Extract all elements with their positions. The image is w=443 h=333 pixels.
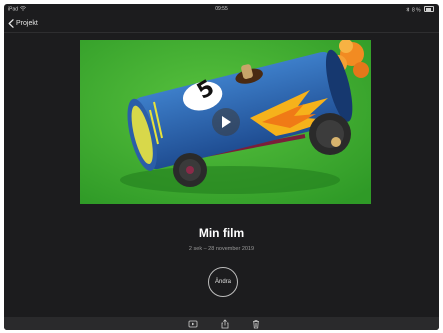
trash-icon[interactable] (251, 319, 261, 329)
project-subtitle: 2 sek – 28 november 2019 (188, 246, 255, 252)
bluetooth-icon (405, 6, 409, 13)
play-button[interactable] (212, 108, 240, 136)
project-title: Min film (198, 226, 245, 240)
video-preview[interactable]: 5 (80, 40, 371, 204)
battery-icon (424, 6, 434, 12)
edit-button-label: Ändra (214, 279, 231, 285)
status-bar: iPad 09:55 8 % (4, 4, 439, 14)
play-icon (222, 116, 231, 128)
share-icon[interactable] (220, 319, 230, 329)
rear-wheel (173, 153, 207, 187)
chevron-left-icon (8, 18, 14, 28)
back-button[interactable]: Projekt (8, 16, 38, 30)
status-right-group: 8 % (405, 6, 434, 14)
device-screen: iPad 09:55 8 % Projekt 5 Min film 2 sek … (4, 4, 439, 330)
status-time: 09:55 (215, 6, 228, 12)
bottom-toolbar (4, 317, 439, 330)
back-button-label: Projekt (16, 19, 38, 27)
play-preview-icon[interactable] (188, 319, 198, 329)
header-divider (4, 32, 439, 33)
edit-button[interactable]: Ändra (208, 267, 238, 297)
front-wheel (309, 113, 351, 155)
battery-percent: 8 % (411, 7, 421, 14)
